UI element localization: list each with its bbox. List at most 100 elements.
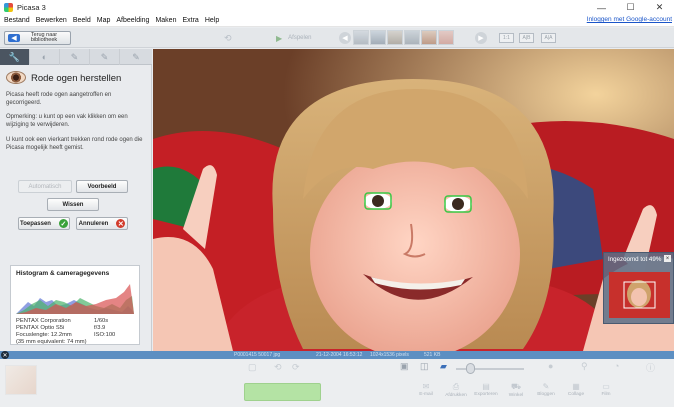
- panel-paragraph-1: Picasa heeft rode ogen aangetroffen en g…: [6, 92, 112, 106]
- camera-info-row: PENTAX Optio S5i f/3.9: [16, 325, 106, 331]
- people-icon[interactable]: ●: [548, 361, 553, 371]
- view-side-by-side-button[interactable]: A|A: [541, 33, 556, 43]
- zoom-slider-handle[interactable]: [466, 363, 475, 374]
- maximize-button[interactable]: ☐: [616, 0, 645, 15]
- apply-button[interactable]: Toepassen ✓: [18, 217, 70, 230]
- shop-icon: ⛟: [510, 382, 522, 391]
- status-bar: ✕ P0001415 50017 jpg 21-12-2004 16:53:12…: [0, 351, 674, 359]
- tab-basic-fixes[interactable]: 🔧: [0, 49, 30, 65]
- picasa-logo-icon: [4, 3, 13, 12]
- thumbnail-current[interactable]: [421, 30, 437, 45]
- previous-photo-button[interactable]: ◀: [339, 32, 351, 44]
- back-to-library-label: Terug naar bibliotheek: [30, 31, 58, 43]
- menu-afbeelding[interactable]: Afbeelding: [116, 17, 149, 24]
- clear-button[interactable]: Wissen: [47, 198, 99, 211]
- menu-bewerken[interactable]: Bewerken: [36, 17, 67, 24]
- back-to-library-button[interactable]: ◀ Terug naar bibliotheek: [4, 31, 71, 45]
- close-button[interactable]: ✕: [645, 0, 674, 15]
- view-actual-size-button[interactable]: 1:1: [499, 33, 514, 43]
- zoom-navigator[interactable]: Ingezoomd tot 49% ×: [603, 252, 674, 324]
- cancel-x-icon: ✕: [116, 219, 126, 228]
- auto-button[interactable]: Automatisch: [18, 180, 72, 193]
- menu-help[interactable]: Help: [205, 17, 219, 24]
- tab-tuning[interactable]: ◐: [30, 49, 60, 65]
- tag-icon[interactable]: ◔: [614, 361, 619, 371]
- share-blog[interactable]: ✎ Bloggen: [534, 382, 558, 397]
- checkmark-icon: ✓: [58, 219, 68, 228]
- back-arrow-icon: ◀: [8, 34, 20, 42]
- histogram-graph: [16, 284, 134, 314]
- status-date: 21-12-2004 16:53:12: [316, 352, 363, 358]
- tab-effects[interactable]: ✎: [60, 49, 90, 65]
- photo-tray-thumbnail[interactable]: [5, 365, 37, 395]
- edit-panel: 🔧 ◐ ✎ ✎ ✎ Rode ogen herstellen Picasa he…: [0, 49, 152, 351]
- minimize-button[interactable]: —: [587, 0, 616, 15]
- share-shop[interactable]: ⛟ Winkel: [504, 382, 528, 398]
- blog-icon: ✎: [542, 382, 550, 391]
- preview-button[interactable]: Voorbeeld: [76, 180, 128, 193]
- menu-bestand[interactable]: Bestand: [4, 17, 30, 24]
- google-signin-link[interactable]: Inloggen met Google-account: [587, 16, 672, 23]
- share-export[interactable]: ▤ Exporteren: [474, 382, 498, 397]
- tab-effects-3[interactable]: ✎: [120, 49, 152, 65]
- photo-canvas[interactable]: Ingezoomd tot 49% ×: [153, 49, 674, 351]
- play-label: Afspelen: [288, 35, 312, 41]
- menu-bar: Bestand Bewerken Beeld Map Afbeelding Ma…: [0, 15, 674, 27]
- zoom-preview-thumbnail[interactable]: [609, 272, 670, 318]
- upload-button[interactable]: [244, 383, 321, 401]
- rotate-left-icon[interactable]: ⟲: [274, 362, 282, 373]
- share-print[interactable]: ⎙ Afdrukken: [444, 382, 468, 398]
- tray-hold-icon[interactable]: ▢: [248, 362, 257, 373]
- collage-icon: ▦: [572, 382, 580, 391]
- next-photo-button[interactable]: ▶: [475, 32, 487, 44]
- view-compare-button[interactable]: A|B: [519, 33, 534, 43]
- bottom-tray: ▢ ⟲ ⟳ ▣ ◫ ▰ ● ⚲ ◔ ⓘ ✉ E-mail ⎙ Afdrukken ▤…: [0, 359, 674, 407]
- geotag-icon[interactable]: ⚲: [581, 361, 588, 372]
- status-filename: P0001415 50017 jpg: [234, 352, 281, 358]
- play-slideshow-button[interactable]: ▶ Afspelen: [276, 32, 328, 44]
- print-icon: ⎙: [452, 382, 460, 391]
- slideshow-view-icon[interactable]: ▣: [400, 361, 409, 372]
- title-bar: Picasa 3 — ☐ ✕: [0, 0, 674, 15]
- thumbnail[interactable]: [404, 30, 420, 45]
- thumbnail[interactable]: [438, 30, 454, 45]
- cancel-label: Annuleren: [78, 220, 109, 227]
- status-dimensions: 1024x1536 pixels: [370, 352, 409, 358]
- info-icon[interactable]: ⓘ: [646, 361, 655, 374]
- movie-icon: ▭: [602, 382, 610, 391]
- email-icon: ✉: [422, 382, 430, 391]
- panel-paragraph-3: U kunt ook een vierkant trekken rond rod…: [6, 137, 143, 151]
- menu-map[interactable]: Map: [97, 17, 111, 24]
- export-icon: ▤: [482, 382, 490, 391]
- share-email[interactable]: ✉ E-mail: [414, 382, 438, 397]
- thumbnail[interactable]: [353, 30, 369, 45]
- thumbnail-strip: [353, 30, 454, 45]
- tab-effects-2[interactable]: ✎: [90, 49, 120, 65]
- red-eye-icon: [6, 71, 26, 84]
- camera-info-row: (35 mm equivalent: 74 mm): [16, 339, 87, 345]
- menu-beeld[interactable]: Beeld: [73, 17, 91, 24]
- cancel-button[interactable]: Annuleren ✕: [76, 217, 128, 230]
- edit-tabs: 🔧 ◐ ✎ ✎ ✎: [0, 49, 152, 65]
- rotate-right-icon[interactable]: ⟳: [292, 362, 300, 373]
- thumbnail[interactable]: [387, 30, 403, 45]
- menu-maken[interactable]: Maken: [155, 17, 176, 24]
- close-photo-icon[interactable]: ✕: [1, 351, 9, 359]
- zoom-level-label: Ingezoomd tot 49%: [608, 256, 662, 263]
- window-title: Picasa 3: [17, 3, 46, 12]
- histogram-panel: Histogram & cameragegevens PENTAX Corpor…: [10, 265, 140, 345]
- apply-label: Toepassen: [20, 220, 51, 227]
- zoom-close-button[interactable]: ×: [664, 255, 671, 262]
- histogram-red: [16, 284, 134, 314]
- rotate-icon[interactable]: ⟲: [224, 33, 232, 44]
- toolbar: ◀ Terug naar bibliotheek ⟲ ▶ Afspelen ◀ …: [0, 28, 674, 48]
- share-movie[interactable]: ▭ Film: [594, 382, 618, 397]
- thumbnail[interactable]: [370, 30, 386, 45]
- menu-extra[interactable]: Extra: [182, 17, 198, 24]
- window-controls: — ☐ ✕: [587, 0, 674, 15]
- zoom-photo-icon[interactable]: ▰: [440, 361, 447, 372]
- status-filesize: 521 KB: [424, 352, 441, 358]
- camera-info-row: PENTAX Corporation 1/60s: [16, 318, 109, 324]
- share-collage[interactable]: ▦ Collage: [564, 382, 588, 397]
- split-view-icon[interactable]: ◫: [420, 361, 429, 372]
